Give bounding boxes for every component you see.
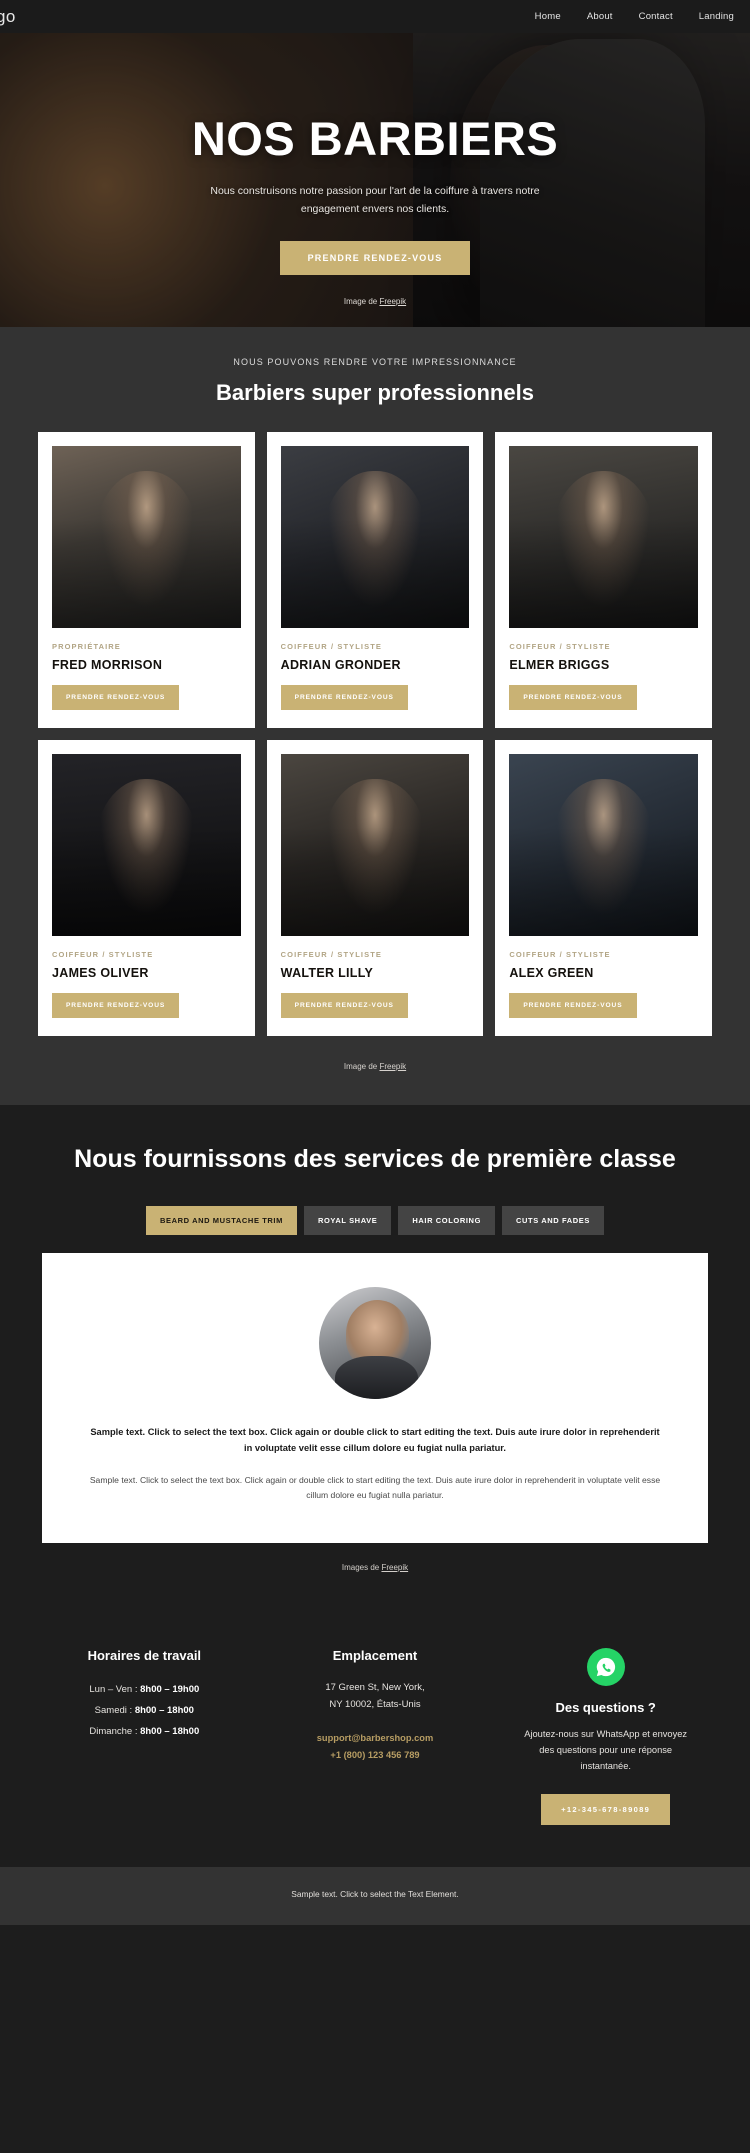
barber-name: JAMES OLIVER [52, 966, 149, 980]
barber-role: COIFFEUR / STYLISTE [52, 950, 154, 959]
hero-appointment-button[interactable]: PRENDRE RENDEZ-VOUS [279, 240, 471, 275]
footer-hours-list: Lun – Ven : 8h00 – 19h00 Samedi : 8h00 –… [89, 1679, 199, 1743]
footer-questions-title: Des questions ? [555, 1699, 656, 1715]
service-avatar [319, 1287, 431, 1399]
hero-subtitle: Nous construisons notre passion pour l'a… [210, 185, 540, 216]
barber-photo [280, 446, 470, 628]
hours-day: Lun – Ven : [89, 1683, 141, 1695]
barber-name: FRED MORRISON [52, 658, 163, 672]
service-body-text: Sample text. Click to select the text bo… [89, 1474, 661, 1500]
tab-royal-shave[interactable]: ROYAL SHAVE [303, 1206, 392, 1235]
hero-credit-prefix: Image de [343, 296, 380, 306]
barber-appointment-button[interactable]: PRENDRE RENDEZ-VOUS [509, 685, 637, 710]
barber-card[interactable]: PROPRIÉTAIRE FRED MORRISON PRENDRE RENDE… [38, 432, 255, 728]
hero-section: NOS BARBIERS Nous construisons notre pas… [0, 33, 750, 327]
footer-questions-column: Des questions ? Ajoutez-nous sur WhatsAp… [495, 1647, 716, 1826]
barber-role: COIFFEUR / STYLISTE [280, 950, 382, 959]
services-section: Nous fournissons des services de premièr… [0, 1105, 750, 1602]
whatsapp-icon[interactable] [586, 1647, 625, 1686]
tab-cuts-and-fades[interactable]: CUTS AND FADES [502, 1206, 604, 1235]
address-line-2: NY 10002, États-Unis [329, 1699, 421, 1711]
footer-address: 17 Green St, New York, NY 10002, États-U… [325, 1679, 424, 1714]
tab-beard-and-mustache-trim[interactable]: BEARD AND MUSTACHE TRIM [146, 1206, 297, 1235]
barber-appointment-button[interactable]: PRENDRE RENDEZ-VOUS [280, 685, 408, 710]
hours-time: 8h00 – 19h00 [140, 1683, 200, 1695]
barber-role: COIFFEUR / STYLISTE [509, 950, 611, 959]
barber-photo [280, 754, 470, 936]
hours-day: Samedi : [94, 1704, 135, 1716]
barber-appointment-button[interactable]: PRENDRE RENDEZ-VOUS [280, 993, 408, 1018]
hero-content: NOS BARBIERS Nous construisons notre pas… [0, 33, 750, 275]
barber-name: ALEX GREEN [509, 966, 594, 980]
barber-appointment-button[interactable]: PRENDRE RENDEZ-VOUS [52, 993, 180, 1018]
footer-phone-link[interactable]: +1 (800) 123 456 789 [330, 1747, 419, 1764]
hours-row: Lun – Ven : 8h00 – 19h00 [89, 1679, 199, 1700]
services-title: Nous fournissons des services de premièr… [74, 1145, 676, 1173]
hours-time: 8h00 – 18h00 [140, 1726, 200, 1738]
site-header: ogo Home About Contact Landing [0, 0, 750, 33]
barber-appointment-button[interactable]: PRENDRE RENDEZ-VOUS [52, 685, 180, 710]
hero-title: NOS BARBIERS [191, 112, 559, 165]
footer-questions-text: Ajoutez-nous sur WhatsApp et envoyez des… [524, 1728, 688, 1771]
footer-email-link[interactable]: support@barbershop.com [317, 1730, 434, 1747]
barber-role: COIFFEUR / STYLISTE [280, 642, 382, 651]
barber-name: WALTER LILLY [280, 966, 374, 980]
site-footer: Horaires de travail Lun – Ven : 8h00 – 1… [0, 1601, 750, 1868]
services-credit-prefix: Images de [341, 1562, 382, 1572]
barber-role: PROPRIÉTAIRE [52, 642, 121, 651]
hours-day: Dimanche : [89, 1726, 141, 1738]
team-eyebrow: NOUS POUVONS RENDRE VOTRE IMPRESSIONNANC… [233, 357, 517, 367]
hours-row: Dimanche : 8h00 – 18h00 [89, 1721, 199, 1742]
team-section: NOUS POUVONS RENDRE VOTRE IMPRESSIONNANC… [0, 327, 750, 1105]
address-line-1: 17 Green St, New York, [325, 1681, 425, 1693]
services-image-credit: Images de Freepik [0, 1563, 750, 1572]
barber-card[interactable]: COIFFEUR / STYLISTE JAMES OLIVER PRENDRE… [38, 740, 255, 1036]
team-title: Barbiers super professionnels [216, 380, 534, 405]
footer-location-title: Emplacement [332, 1647, 418, 1663]
site-logo[interactable]: ogo [0, 7, 16, 27]
hero-image-credit: Image de Freepik [0, 297, 750, 306]
hours-time: 8h00 – 18h00 [134, 1704, 194, 1716]
bottom-bar: Sample text. Click to select the Text El… [0, 1867, 750, 1926]
barber-name: ELMER BRIGGS [509, 658, 610, 672]
tab-hair-coloring[interactable]: HAIR COLORING [398, 1206, 496, 1235]
team-credit-link[interactable]: Freepik [379, 1062, 406, 1071]
team-credit-prefix: Image de [343, 1062, 380, 1071]
barber-photo [509, 446, 698, 628]
footer-hours-column: Horaires de travail Lun – Ven : 8h00 – 1… [34, 1648, 255, 1826]
service-panel: Sample text. Click to select the text bo… [42, 1253, 708, 1543]
nav-item-landing[interactable]: Landing [699, 11, 734, 22]
footer-hours-title: Horaires de travail [87, 1647, 202, 1663]
services-tablist: BEARD AND MUSTACHE TRIM ROYAL SHAVE HAIR… [0, 1206, 750, 1235]
barber-appointment-button[interactable]: PRENDRE RENDEZ-VOUS [509, 993, 637, 1018]
service-lead-text: Sample text. Click to select the text bo… [90, 1427, 660, 1453]
barber-photo [509, 754, 698, 936]
barber-card[interactable]: COIFFEUR / STYLISTE ALEX GREEN PRENDRE R… [495, 740, 712, 1036]
barber-card[interactable]: COIFFEUR / STYLISTE WALTER LILLY PRENDRE… [266, 740, 484, 1036]
barber-card[interactable]: COIFFEUR / STYLISTE ADRIAN GRONDER PREND… [266, 432, 484, 728]
hero-credit-link[interactable]: Freepik [379, 297, 406, 306]
services-credit-link[interactable]: Freepik [381, 1563, 408, 1572]
team-grid: PROPRIÉTAIRE FRED MORRISON PRENDRE RENDE… [0, 432, 750, 1036]
nav-item-home[interactable]: Home [535, 11, 561, 22]
nav-item-about[interactable]: About [587, 11, 613, 22]
barber-photo [52, 754, 241, 936]
hours-row: Samedi : 8h00 – 18h00 [89, 1700, 199, 1721]
whatsapp-phone-button[interactable]: +12-345-678-89089 [541, 1794, 671, 1826]
main-navigation: Home About Contact Landing [535, 11, 736, 22]
bottom-bar-text: Sample text. Click to select the Text El… [291, 1889, 459, 1900]
team-image-credit: Image de Freepik [0, 1062, 750, 1071]
barber-name: ADRIAN GRONDER [280, 658, 401, 672]
barber-photo [52, 446, 241, 628]
footer-location-column: Emplacement 17 Green St, New York, NY 10… [265, 1648, 486, 1826]
barber-card[interactable]: COIFFEUR / STYLISTE ELMER BRIGGS PRENDRE… [495, 432, 712, 728]
nav-item-contact[interactable]: Contact [639, 11, 673, 22]
barber-role: COIFFEUR / STYLISTE [509, 642, 611, 651]
